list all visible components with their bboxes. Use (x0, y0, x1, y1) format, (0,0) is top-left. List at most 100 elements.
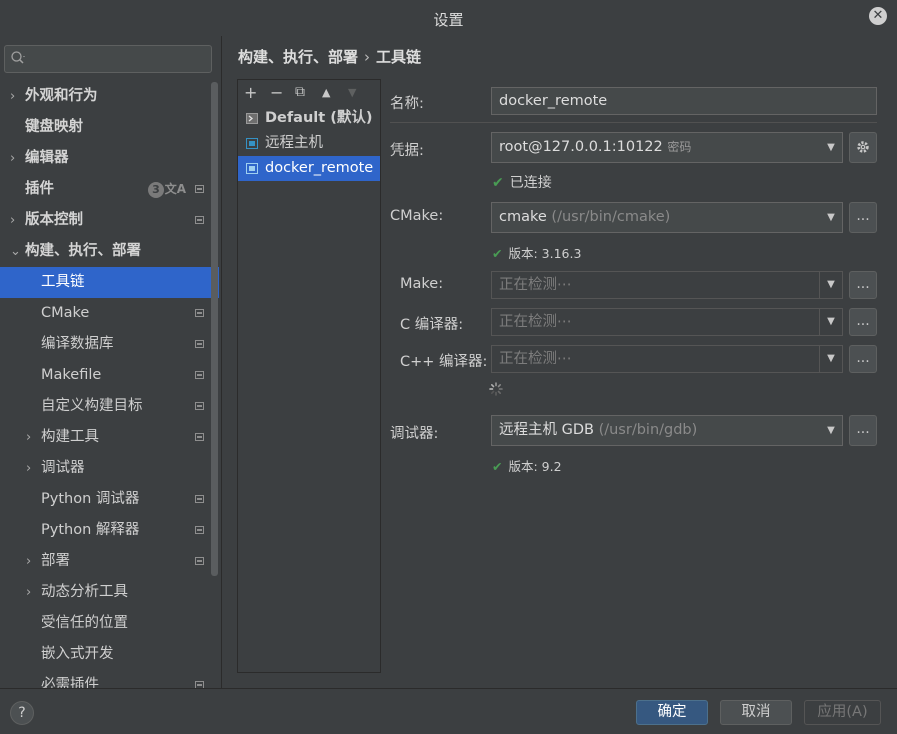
cpp-compiler-browse-button[interactable]: ... (849, 345, 877, 373)
toolchain-toolbar: + − ⧉ ▲ ▼ (238, 80, 380, 106)
name-label: 名称: (390, 96, 424, 112)
move-up-icon[interactable]: ▲ (322, 86, 330, 99)
remove-icon[interactable]: − (270, 83, 283, 102)
copy-icon[interactable]: ⧉ (295, 84, 305, 100)
sidebar-item-trusted-locations[interactable]: 受信任的位置 (0, 608, 221, 639)
settings-sidebar: › 外观和行为 键盘映射 › 编辑器 插件 3 文A › 版本控制 ⌄ 构建、执… (0, 36, 222, 688)
c-compiler-label: C 编译器: (400, 317, 464, 333)
chevron-down-icon: ▼ (827, 212, 835, 223)
chevron-down-icon: ▼ (827, 316, 835, 327)
chevron-down-icon[interactable]: ⌄ (10, 236, 22, 267)
sidebar-item-plugins[interactable]: 插件 3 文A (0, 174, 221, 205)
credentials-label: 凭据: (390, 143, 424, 159)
loading-spinner-icon (489, 382, 503, 396)
c-compiler-value: 正在检测⋯ (499, 314, 572, 330)
name-value: docker_remote (499, 93, 608, 109)
toolchain-item-remote-host[interactable]: 远程主机 (238, 131, 380, 156)
chevron-right-icon[interactable]: › (26, 546, 38, 577)
chevron-right-icon[interactable]: › (10, 205, 22, 236)
sidebar-item-python-debugger[interactable]: Python 调试器 (0, 484, 221, 515)
sidebar-scrollbar[interactable] (211, 82, 218, 576)
name-field[interactable]: docker_remote (491, 87, 877, 115)
sidebar-item-editor[interactable]: › 编辑器 (0, 143, 221, 174)
chevron-right-icon[interactable]: › (26, 422, 38, 453)
toolchain-list: Default (默认) 远程主机 docker_remote (238, 106, 380, 671)
chevron-right-icon[interactable]: › (10, 143, 22, 174)
cmake-browse-button[interactable]: ... (849, 202, 877, 233)
toolchain-list-panel: + − ⧉ ▲ ▼ Default (默认) 远程主机 docker_remot… (237, 79, 381, 673)
check-icon: ✔ (492, 175, 504, 191)
sidebar-item-compilation-db[interactable]: 编译数据库 (0, 329, 221, 360)
sidebar-item-label: 工具链 (41, 274, 85, 290)
sidebar-item-keymap[interactable]: 键盘映射 (0, 112, 221, 143)
sidebar-item-python-interpreter[interactable]: Python 解释器 (0, 515, 221, 546)
sidebar-item-debugger[interactable]: › 调试器 (0, 453, 221, 484)
chevron-down-icon: ▼ (827, 353, 835, 364)
chevron-right-icon[interactable]: › (26, 577, 38, 608)
breadcrumb-current: 工具链 (376, 48, 422, 66)
sidebar-item-dynamic-analysis[interactable]: › 动态分析工具 (0, 577, 221, 608)
add-icon[interactable]: + (244, 83, 257, 102)
close-icon[interactable]: ✕ (869, 7, 887, 25)
chevron-right-icon[interactable]: › (10, 81, 22, 112)
sidebar-item-label: CMake (41, 305, 90, 321)
chevron-down-icon: ▼ (827, 425, 835, 436)
check-icon: ✔ (492, 246, 503, 261)
sidebar-item-label: 受信任的位置 (41, 615, 128, 631)
remote-host-icon (246, 163, 258, 174)
sidebar-item-deployment[interactable]: › 部署 (0, 546, 221, 577)
apply-button[interactable]: 应用(A) (804, 700, 881, 725)
search-input[interactable] (4, 45, 212, 73)
debugger-dropdown[interactable]: 远程主机 GDB (/usr/bin/gdb) ▼ (491, 415, 843, 446)
credentials-suffix: 密码 (667, 140, 692, 154)
make-dropdown[interactable]: 正在检测⋯ ▼ (491, 271, 843, 299)
credentials-dropdown[interactable]: root@127.0.0.1:10122 密码 ▼ (491, 132, 843, 163)
debugger-browse-button[interactable]: ... (849, 415, 877, 446)
c-compiler-dropdown[interactable]: 正在检测⋯ ▼ (491, 308, 843, 336)
ok-button[interactable]: 确定 (636, 700, 708, 725)
breadcrumb-parent[interactable]: 构建、执行、部署 (238, 48, 358, 66)
sidebar-item-label: 版本控制 (25, 212, 83, 228)
check-icon: ✔ (492, 459, 503, 474)
cpp-compiler-dropdown[interactable]: 正在检测⋯ ▼ (491, 345, 843, 373)
help-icon[interactable]: ? (10, 701, 34, 725)
connection-status: ✔ 已连接 (492, 172, 552, 192)
toolchain-item-docker-remote[interactable]: docker_remote (238, 156, 380, 181)
sidebar-item-custom-targets[interactable]: 自定义构建目标 (0, 391, 221, 422)
sidebar-item-cmake[interactable]: CMake (0, 298, 221, 329)
title-bar: 设置 ✕ (0, 0, 897, 36)
sidebar-item-label: 部署 (41, 553, 70, 569)
gear-icon-glyph (857, 141, 869, 153)
cpp-compiler-label: C++ 编译器: (400, 354, 488, 370)
cmake-dropdown[interactable]: cmake (/usr/bin/cmake) ▼ (491, 202, 843, 233)
sidebar-item-label: 调试器 (41, 460, 85, 476)
project-level-icon (195, 340, 204, 348)
sidebar-item-label: 键盘映射 (25, 119, 83, 135)
toolchain-label: 远程主机 (265, 135, 323, 151)
move-down-icon: ▼ (348, 86, 357, 99)
sidebar-item-vcs[interactable]: › 版本控制 (0, 205, 221, 236)
project-level-icon (195, 185, 204, 193)
project-level-icon (195, 402, 204, 410)
sidebar-item-makefile[interactable]: Makefile (0, 360, 221, 391)
chevron-down-icon: ▼ (827, 142, 835, 153)
chevron-right-icon[interactable]: › (26, 453, 38, 484)
debugger-path: (/usr/bin/gdb) (598, 422, 698, 438)
sidebar-item-label: Python 解释器 (41, 522, 140, 538)
sidebar-item-embedded[interactable]: 嵌入式开发 (0, 639, 221, 670)
toolchain-item-default[interactable]: Default (默认) (238, 106, 380, 131)
sidebar-item-required-plugins[interactable]: 必需插件 (0, 670, 221, 688)
sidebar-item-label: 构建、执行、部署 (25, 243, 141, 259)
sidebar-item-appearance[interactable]: › 外观和行为 (0, 81, 221, 112)
sidebar-item-build-tools[interactable]: › 构建工具 (0, 422, 221, 453)
make-browse-button[interactable]: ... (849, 271, 877, 299)
c-compiler-browse-button[interactable]: ... (849, 308, 877, 336)
sidebar-item-build[interactable]: ⌄ 构建、执行、部署 (0, 236, 221, 267)
separator (390, 122, 877, 123)
gear-icon[interactable] (849, 132, 877, 163)
project-level-icon (195, 681, 204, 688)
credentials-value: root@127.0.0.1:10122 (499, 139, 663, 155)
sidebar-item-toolchains[interactable]: 工具链 (0, 267, 219, 298)
project-level-icon (195, 433, 204, 441)
cancel-button[interactable]: 取消 (720, 700, 792, 725)
